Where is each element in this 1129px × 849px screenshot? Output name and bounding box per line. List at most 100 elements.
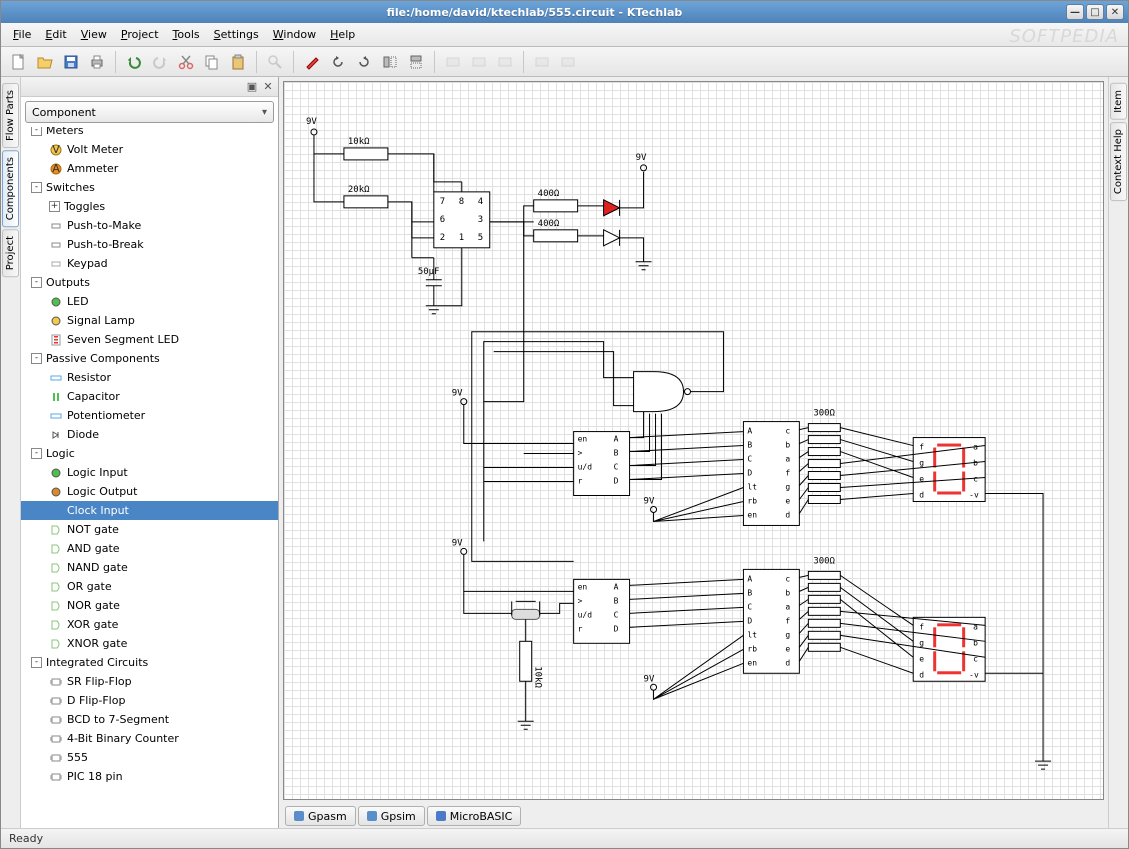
tab-item[interactable]: Item (1110, 83, 1127, 120)
menu-help[interactable]: Help (324, 26, 361, 43)
tree-item-label: Ammeter (67, 162, 118, 175)
open-file-icon[interactable] (33, 50, 57, 74)
tree-item-diode[interactable]: Diode (21, 425, 278, 444)
menu-window[interactable]: Window (267, 26, 322, 43)
minimize-button[interactable]: — (1066, 4, 1084, 20)
tree-item-integrated-circuits[interactable]: -Integrated Circuits (21, 653, 278, 672)
svg-text:C: C (747, 602, 752, 611)
tree-item-clock-input[interactable]: Clock Input (21, 501, 278, 520)
cut-icon[interactable] (174, 50, 198, 74)
svg-text:en: en (747, 510, 757, 519)
tree-item-not-gate[interactable]: NOT gate (21, 520, 278, 539)
tree-item-or-gate[interactable]: OR gate (21, 577, 278, 596)
paste-icon[interactable] (226, 50, 250, 74)
tree-item-nand-gate[interactable]: NAND gate (21, 558, 278, 577)
tree-item-toggles[interactable]: +Toggles (21, 197, 278, 216)
menu-view[interactable]: View (75, 26, 113, 43)
tree-item-label: 555 (67, 751, 88, 764)
new-file-icon[interactable] (7, 50, 31, 74)
tree-item-bcd-to-7-segment[interactable]: BCD to 7-Segment (21, 710, 278, 729)
tree-item-ammeter[interactable]: AAmmeter (21, 159, 278, 178)
rotate-ccw-icon[interactable] (326, 50, 350, 74)
cap-icon (49, 390, 63, 404)
tree-item-seven-segment-led[interactable]: Seven Segment LED (21, 330, 278, 349)
tree-item-capacitor[interactable]: Capacitor (21, 387, 278, 406)
tree-item-outputs[interactable]: -Outputs (21, 273, 278, 292)
tree-item-sr-flip-flop[interactable]: SR Flip-Flop (21, 672, 278, 691)
undo-icon[interactable] (122, 50, 146, 74)
tree-item-label: Seven Segment LED (67, 333, 179, 346)
expand-icon[interactable]: - (31, 277, 42, 288)
component-filter-combo[interactable]: Component (25, 101, 274, 123)
svg-text:f: f (919, 622, 924, 631)
gate-icon (49, 618, 63, 632)
tree-item-push-to-make[interactable]: Push-to-Make (21, 216, 278, 235)
tab-contexthelp[interactable]: Context Help (1110, 122, 1127, 201)
tree-item-resistor[interactable]: Resistor (21, 368, 278, 387)
print-icon[interactable] (85, 50, 109, 74)
svg-text:5: 5 (478, 233, 483, 243)
copy-icon[interactable] (200, 50, 224, 74)
tree-item-d-flip-flop[interactable]: D Flip-Flop (21, 691, 278, 710)
tab-components[interactable]: Components (2, 150, 19, 227)
tree-item-potentiometer[interactable]: Potentiometer (21, 406, 278, 425)
menu-file[interactable]: File (7, 26, 37, 43)
tab-project[interactable]: Project (2, 229, 19, 277)
expand-icon[interactable]: - (31, 448, 42, 459)
menu-edit[interactable]: Edit (39, 26, 72, 43)
menubar: File Edit View Project Tools Settings Wi… (1, 23, 1128, 47)
tree-item-logic-input[interactable]: Logic Input (21, 463, 278, 482)
tree-item-pic-18-pin[interactable]: PIC 18 pin (21, 767, 278, 786)
flip-v-icon[interactable] (404, 50, 428, 74)
draw-pen-icon[interactable] (300, 50, 324, 74)
tree-item-meters[interactable]: -Meters (21, 127, 278, 140)
tree-item-logic-output[interactable]: Logic Output (21, 482, 278, 501)
svg-text:400Ω: 400Ω (538, 189, 560, 199)
menu-tools[interactable]: Tools (167, 26, 206, 43)
svg-text:f: f (919, 443, 924, 452)
menu-project[interactable]: Project (115, 26, 165, 43)
tab-gpasm[interactable]: Gpasm (285, 806, 356, 826)
panel-undock-icon[interactable]: ▣ (246, 81, 258, 93)
tree-item-passive-components[interactable]: -Passive Components (21, 349, 278, 368)
expand-icon[interactable]: - (31, 182, 42, 193)
tab-gpsim[interactable]: Gpsim (358, 806, 425, 826)
tree-item-keypad[interactable]: Keypad (21, 254, 278, 273)
svg-text:300Ω: 300Ω (813, 409, 835, 419)
svg-text:B: B (747, 441, 752, 450)
tree-item-volt-meter[interactable]: VVolt Meter (21, 140, 278, 159)
tab-microbasic[interactable]: MicroBASIC (427, 806, 522, 826)
svg-text:8: 8 (459, 197, 464, 207)
close-button[interactable]: ✕ (1106, 4, 1124, 20)
component-tree[interactable]: -MetersVVolt MeterAAmmeter-Switches+Togg… (21, 127, 278, 828)
expand-icon[interactable]: + (49, 201, 60, 212)
tree-item-logic[interactable]: -Logic (21, 444, 278, 463)
svg-text:e: e (785, 496, 790, 505)
tree-item-led[interactable]: LED (21, 292, 278, 311)
tree-item-4-bit-binary-counter[interactable]: 4-Bit Binary Counter (21, 729, 278, 748)
circuit-canvas[interactable]: 9V 10kΩ 20kΩ 784 63 215 (283, 81, 1104, 800)
tree-item-xnor-gate[interactable]: XNOR gate (21, 634, 278, 653)
maximize-button[interactable]: □ (1086, 4, 1104, 20)
tree-item-push-to-break[interactable]: Push-to-Break (21, 235, 278, 254)
svg-text:50µF: 50µF (418, 267, 440, 277)
tree-item-and-gate[interactable]: AND gate (21, 539, 278, 558)
panel-close-icon[interactable]: ✕ (262, 81, 274, 93)
clock-icon (49, 504, 63, 518)
tree-item-switches[interactable]: -Switches (21, 178, 278, 197)
tree-item-label: Logic Output (67, 485, 137, 498)
save-icon[interactable] (59, 50, 83, 74)
svg-text:-v: -v (969, 670, 979, 679)
expand-icon[interactable]: - (31, 657, 42, 668)
tab-flowparts[interactable]: Flow Parts (2, 83, 19, 148)
tree-item-signal-lamp[interactable]: Signal Lamp (21, 311, 278, 330)
tree-item-nor-gate[interactable]: NOR gate (21, 596, 278, 615)
flip-h-icon[interactable] (378, 50, 402, 74)
expand-icon[interactable]: - (31, 353, 42, 364)
rotate-cw-icon[interactable] (352, 50, 376, 74)
tree-item-xor-gate[interactable]: XOR gate (21, 615, 278, 634)
tree-item-label: 4-Bit Binary Counter (67, 732, 179, 745)
menu-settings[interactable]: Settings (208, 26, 265, 43)
expand-icon[interactable]: - (31, 127, 42, 136)
tree-item-555[interactable]: 555 (21, 748, 278, 767)
